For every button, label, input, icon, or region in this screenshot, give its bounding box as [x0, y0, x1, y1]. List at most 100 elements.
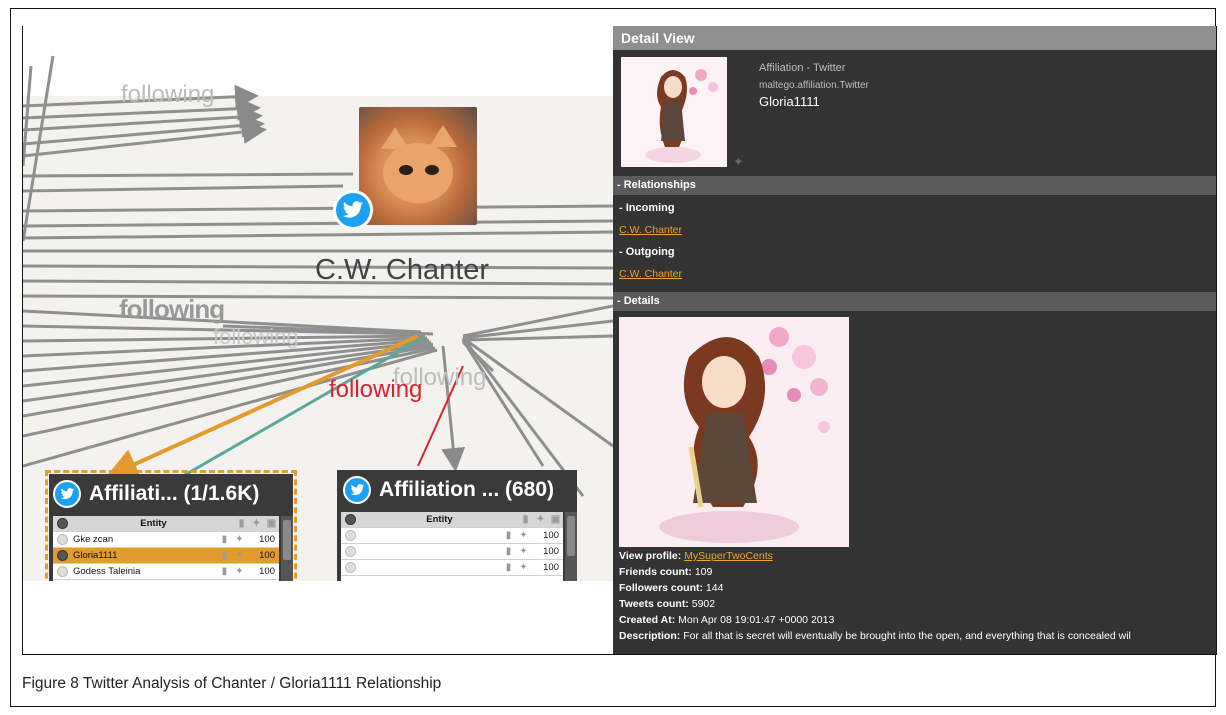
- bookmark-icon[interactable]: ▮: [501, 562, 516, 573]
- row-entity-name: Gloria1111: [73, 550, 118, 561]
- entity-type: Affiliation - Twitter: [759, 62, 846, 74]
- table-row-selected[interactable]: Gloria1111 ▮ ✦ 100: [53, 548, 279, 564]
- bookmark-icon[interactable]: ▮: [217, 550, 232, 561]
- bookmark-icon[interactable]: ▮: [217, 534, 232, 545]
- twitter-bird-icon: [53, 480, 81, 508]
- affiliation-group-1[interactable]: Affiliati... (1/1.6K) Entity ▮ ✦ ▣ Gke z…: [45, 470, 297, 581]
- table-row[interactable]: Gke zcan ▮ ✦ 100: [53, 532, 279, 548]
- pin-icon[interactable]: ✦: [516, 546, 531, 557]
- row-weight: 100: [543, 546, 559, 557]
- scrollbar-thumb[interactable]: [567, 516, 575, 556]
- table-scrollbar[interactable]: [565, 512, 577, 581]
- detail-view-panel: Detail View ✦ Affiliation - Twitter malt…: [613, 26, 1216, 654]
- table-scrollbar[interactable]: [281, 516, 293, 581]
- bookmark-icon[interactable]: ▮: [501, 546, 516, 557]
- twitter-bird-icon: [343, 476, 371, 504]
- row-dot: [57, 534, 68, 545]
- relationships-section-header[interactable]: - Relationships: [613, 176, 1216, 195]
- row-dot: [345, 546, 356, 557]
- figure-caption: Figure 8 Twitter Analysis of Chanter / G…: [22, 675, 442, 692]
- bookmark-icon[interactable]: ▮: [518, 514, 533, 525]
- central-entity-label[interactable]: C.W. Chanter: [315, 254, 489, 287]
- row-weight: 100: [259, 566, 275, 577]
- edge-label-left-faded: following: [213, 324, 299, 349]
- table-header-row: Entity ▮ ✦ ▣: [341, 512, 563, 528]
- row-weight: 100: [259, 534, 275, 545]
- cat-face: [383, 143, 453, 203]
- row-dot: [57, 550, 68, 561]
- bookmark-icon[interactable]: ▮: [234, 518, 249, 529]
- affiliation-group-2[interactable]: Affiliation ... (680) Entity ▮ ✦ ▣ ▮ ✦ 1…: [337, 470, 577, 581]
- row-dot: [57, 566, 68, 577]
- pin-icon[interactable]: ✦: [232, 566, 247, 577]
- followers-count-label: Followers count:: [619, 582, 703, 594]
- row-entity-name: Gke zcan: [73, 534, 114, 545]
- row-weight: 100: [543, 530, 559, 541]
- tweets-count-line: Tweets count: 5902: [619, 598, 715, 610]
- view-profile-line: View profile: MySuperTwoCents: [619, 550, 773, 562]
- entity-class: maltego.affiliation.Twitter: [759, 80, 869, 91]
- pin-icon[interactable]: ✦: [232, 534, 247, 545]
- friends-count-label: Friends count:: [619, 566, 692, 578]
- table-row[interactable]: Godess Taleinia ▮ ✦ 100: [53, 564, 279, 580]
- cat-ear-right: [429, 125, 457, 147]
- edge-label-left-bold: following: [119, 294, 225, 324]
- row-weight: 100: [259, 550, 275, 561]
- details-section-header[interactable]: - Details: [613, 292, 1216, 311]
- pin-icon[interactable]: ✦: [232, 550, 247, 561]
- table-header-row: Entity ▮ ✦ ▣: [53, 516, 279, 532]
- edge-label-red: following: [329, 376, 423, 403]
- description-label: Description:: [619, 630, 681, 642]
- entity-name: Gloria1111: [759, 94, 820, 109]
- chanter-avatar-photo[interactable]: [359, 107, 477, 225]
- row-dot: [345, 562, 356, 573]
- row-weight: 100: [543, 562, 559, 573]
- affiliation-group-2-header[interactable]: Affiliation ... (680): [337, 470, 577, 510]
- friends-count-value: 109: [694, 566, 713, 578]
- followers-count-value: 144: [705, 582, 724, 594]
- view-profile-label: View profile:: [619, 550, 682, 562]
- affiliation-group-2-title: Affiliation ... (680): [379, 478, 555, 501]
- select-all-dot[interactable]: [57, 518, 68, 529]
- description-value: For all that is secret will eventually b…: [683, 630, 1131, 642]
- row-entity-name: Godess Taleinia: [73, 566, 141, 577]
- cat-eye-right: [425, 165, 439, 175]
- select-all-dot[interactable]: [345, 514, 356, 525]
- affiliation-group-1-table: Entity ▮ ✦ ▣ Gke zcan ▮ ✦ 100 Gloria1111…: [53, 516, 279, 581]
- friends-count-line: Friends count: 109: [619, 566, 712, 578]
- affiliation-group-2-table: Entity ▮ ✦ ▣ ▮ ✦ 100 ▮ ✦ 100 ▮ ✦ 100: [341, 512, 563, 581]
- entity-thumbnail[interactable]: [621, 57, 727, 167]
- image-icon[interactable]: ▣: [548, 514, 563, 525]
- row-dot: [345, 530, 356, 541]
- entity-column-header[interactable]: Entity: [361, 514, 518, 525]
- affiliation-group-1-header[interactable]: Affiliati... (1/1.6K): [49, 474, 293, 514]
- table-row[interactable]: ▮ ✦ 100: [341, 544, 563, 560]
- outgoing-label[interactable]: - Outgoing: [619, 246, 675, 258]
- edge-label-top: following: [121, 81, 215, 108]
- pin-icon[interactable]: ✦: [733, 154, 744, 170]
- graph-canvas[interactable]: following following following following …: [23, 26, 613, 581]
- pin-icon[interactable]: ✦: [516, 530, 531, 541]
- image-icon[interactable]: ▣: [264, 518, 279, 529]
- incoming-link[interactable]: C.W. Chanter: [619, 224, 682, 236]
- affiliation-group-1-title: Affiliati... (1/1.6K): [89, 482, 260, 505]
- incoming-label[interactable]: - Incoming: [619, 202, 675, 214]
- tweets-count-label: Tweets count:: [619, 598, 689, 610]
- pin-icon[interactable]: ✦: [516, 562, 531, 573]
- created-at-value: Mon Apr 08 19:01:47 +0000 2013: [678, 614, 835, 626]
- outgoing-link[interactable]: C.W. Chanter: [619, 268, 682, 280]
- profile-image[interactable]: [619, 317, 849, 547]
- bookmark-icon[interactable]: ▮: [501, 530, 516, 541]
- view-profile-link[interactable]: MySuperTwoCents: [684, 550, 773, 562]
- created-at-line: Created At: Mon Apr 08 19:01:47 +0000 20…: [619, 614, 834, 626]
- scrollbar-thumb[interactable]: [283, 520, 291, 560]
- entity-column-header[interactable]: Entity: [73, 518, 234, 529]
- table-row[interactable]: ▮ ✦ 100: [341, 528, 563, 544]
- pin-icon[interactable]: ✦: [249, 518, 264, 529]
- table-row[interactable]: ▮ ✦ 100: [341, 560, 563, 576]
- twitter-bird-icon: [333, 190, 373, 230]
- bookmark-icon[interactable]: ▮: [217, 566, 232, 577]
- screenshot-area: following following following following …: [22, 26, 1217, 655]
- description-line: Description: For all that is secret will…: [619, 630, 1131, 642]
- pin-icon[interactable]: ✦: [533, 514, 548, 525]
